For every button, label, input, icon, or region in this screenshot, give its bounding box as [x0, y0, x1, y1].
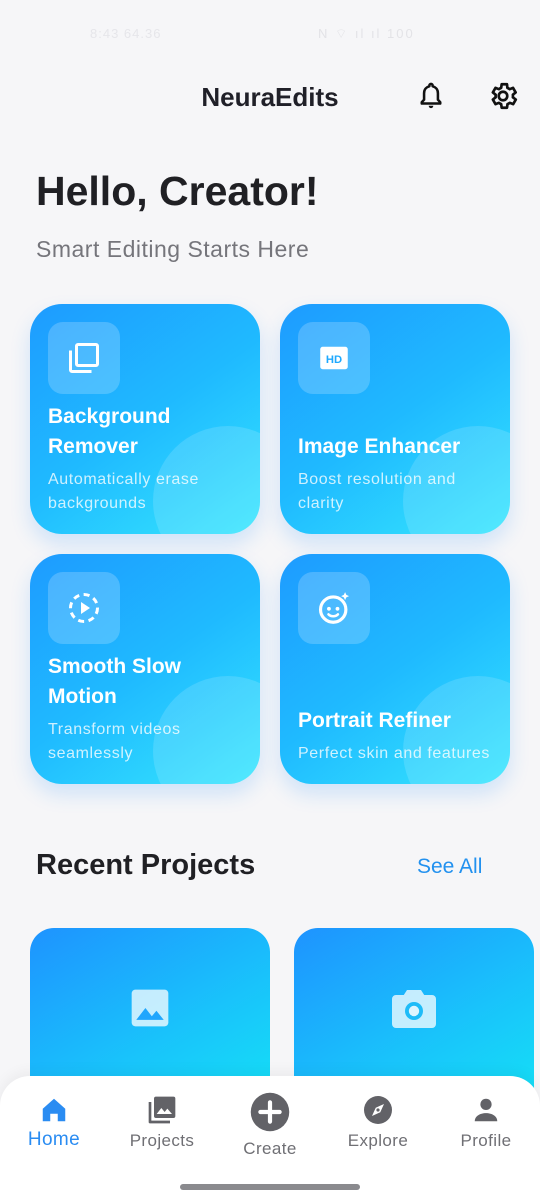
nav-item-home[interactable]: Home [0, 1076, 108, 1176]
tool-card-title: Smooth Slow Motion [48, 655, 181, 708]
svg-text:HD: HD [326, 354, 342, 366]
bell-icon[interactable] [413, 78, 449, 114]
tool-card-background-remover[interactable]: Background Remover Automatically erase b… [30, 304, 260, 534]
tool-card-description: Transform videos seamlessly [48, 721, 181, 762]
tool-card-description: Perfect skin and features [298, 745, 490, 762]
tool-card-smooth-slow-motion[interactable]: Smooth Slow Motion Transform videos seam… [30, 554, 260, 784]
layers-icon [48, 322, 120, 394]
nav-label: Projects [129, 1131, 195, 1150]
tool-card-title: Image Enhancer [298, 435, 461, 458]
slow-motion-icon [48, 572, 120, 644]
home-icon [39, 1094, 69, 1126]
recent-projects-title: Recent Projects [36, 849, 256, 881]
hd-icon: HD [298, 322, 370, 394]
face-retouch-icon [298, 572, 370, 644]
tool-card-description: Boost resolution and clarity [298, 471, 456, 512]
home-indicator[interactable] [180, 1184, 360, 1190]
add-circle-icon [249, 1090, 291, 1134]
tool-card-title: Portrait Refiner [298, 709, 451, 732]
gear-icon[interactable] [485, 78, 521, 114]
photo-library-icon [146, 1094, 178, 1126]
nav-item-create[interactable]: Create [216, 1076, 324, 1176]
nav-item-explore[interactable]: Explore [324, 1076, 432, 1176]
app-title: NeuraEdits [201, 82, 339, 112]
tool-card-portrait-refiner[interactable]: Portrait Refiner Perfect skin and featur… [280, 554, 510, 784]
nav-item-projects[interactable]: Projects [108, 1076, 216, 1176]
tool-card-description: Automatically erase backgrounds [48, 471, 200, 512]
person-icon [471, 1094, 501, 1126]
nav-label: Explore [347, 1131, 409, 1150]
nav-label: Create [243, 1139, 297, 1158]
tool-card-image-enhancer[interactable]: HD Image Enhancer Boost resolution and c… [280, 304, 510, 534]
tagline: Smart Editing Starts Here [36, 236, 310, 262]
status-time: 8:43 64.36 [90, 26, 162, 41]
app-header: NeuraEdits [0, 70, 540, 125]
status-icons: N ⌔ ıl ıl 100 [318, 26, 415, 41]
status-bar: 8:43 64.36 N ⌔ ıl ıl 100 [0, 0, 540, 70]
nav-label: Profile [460, 1131, 512, 1150]
greeting-heading: Hello, Creator! [36, 168, 319, 214]
nav-label: Home [27, 1129, 81, 1150]
see-all-link[interactable]: See All [417, 855, 482, 879]
nav-item-profile[interactable]: Profile [432, 1076, 540, 1176]
bottom-navigation: Home Projects Create Explore Profile [0, 1076, 540, 1200]
tool-card-title: Background Remover [48, 405, 171, 458]
compass-icon [362, 1094, 394, 1126]
